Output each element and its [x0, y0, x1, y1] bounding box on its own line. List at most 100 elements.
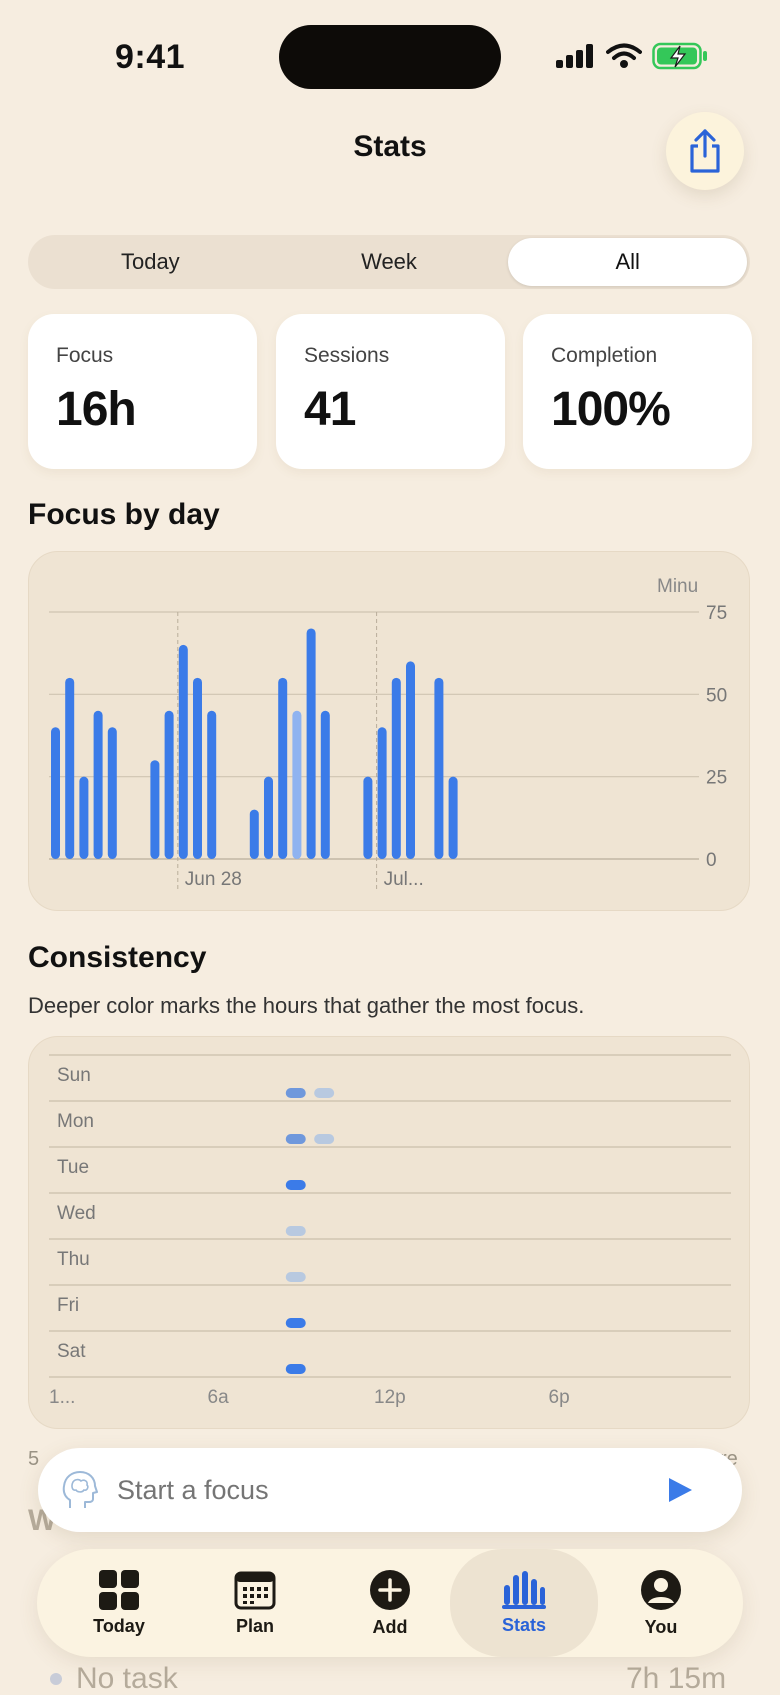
row-label: Thu [57, 1249, 90, 1270]
share-button[interactable] [666, 112, 744, 190]
bar [65, 677, 75, 859]
heat-cell [285, 1088, 306, 1098]
heat-cell [314, 1088, 335, 1098]
peek-dot [50, 1673, 62, 1685]
metric-label: Sessions [304, 344, 390, 367]
share-icon [690, 129, 720, 173]
range-tab-week[interactable]: Week [270, 238, 509, 286]
tab-label: Stats [501, 1614, 546, 1635]
tab-stats[interactable]: Stats [450, 1549, 598, 1657]
x-tick-label: 6a [208, 1387, 230, 1408]
status-bar: 9:41 [0, 0, 780, 110]
bar [164, 710, 174, 859]
tab-label: Add [372, 1616, 408, 1637]
peek-task-row: No task [50, 1662, 178, 1695]
bar-chart-icon [502, 1570, 546, 1609]
range-tab-all[interactable]: All [508, 238, 748, 286]
tab-add[interactable]: Add [325, 1549, 455, 1657]
bottom-tab-bar: Today Plan Add Stats You [37, 1549, 743, 1657]
metric-value: 41 [304, 383, 356, 436]
tab-label: You [644, 1616, 678, 1637]
bar [264, 776, 273, 859]
row-label: Mon [57, 1111, 94, 1132]
focus-by-day-chart[interactable]: 0 25 50 75 Minu Jun 28 Jul... [28, 551, 750, 911]
system-icons [556, 42, 708, 70]
heat-cell [285, 1318, 306, 1328]
bar [391, 677, 401, 859]
tab-label: Today [93, 1615, 145, 1636]
start-focus-input[interactable] [117, 1468, 637, 1512]
bar [377, 727, 387, 859]
bar [178, 644, 188, 859]
heat-cell [285, 1226, 306, 1236]
consistency-subtitle: Deeper color marks the hours that gather… [28, 993, 585, 1018]
focus-by-day-title: Focus by day [28, 498, 220, 531]
peek-task-time: 7h 15m [626, 1662, 727, 1695]
heatmap-chart: Sun Mon Tue Wed Thu Fri Sat 1... 6a 12p 6p [49, 1054, 731, 1408]
calendar-icon [234, 1571, 276, 1609]
metric-label: Focus [56, 344, 114, 367]
heat-cell [314, 1134, 335, 1144]
heat-cell [285, 1180, 306, 1190]
y-tick-label: 25 [706, 768, 727, 789]
bar [306, 628, 316, 859]
x-tick-label: 12p [374, 1387, 406, 1408]
metric-card-focus: Focus 16h [28, 314, 257, 469]
heat-cell [285, 1134, 306, 1144]
row-label: Wed [57, 1203, 96, 1224]
bar [51, 727, 60, 859]
tab-today[interactable]: Today [54, 1549, 184, 1657]
peek-task-label: No task [76, 1662, 178, 1695]
range-segmented-control: Today Week All [28, 235, 750, 289]
bar [434, 677, 444, 859]
metric-label: Completion [551, 344, 658, 367]
x-tick-label: 6p [549, 1387, 570, 1408]
bar-chart: 0 25 50 75 Minu Jun 28 Jul... [49, 576, 727, 891]
metric-value: 16h [56, 383, 137, 436]
bar [320, 710, 330, 859]
tab-you[interactable]: You [596, 1549, 726, 1657]
range-tab-today[interactable]: Today [31, 238, 270, 286]
bar [207, 710, 217, 859]
bar [193, 677, 202, 859]
dynamic-island [279, 25, 501, 89]
consistency-heatmap[interactable]: Sun Mon Tue Wed Thu Fri Sat 1... 6a 12p 6p [28, 1036, 750, 1429]
row-label: Tue [57, 1157, 89, 1178]
bar [79, 776, 89, 859]
bar [93, 710, 103, 859]
x-tick-label: Jun 28 [185, 869, 242, 890]
heat-cell [285, 1272, 306, 1282]
start-focus-bar[interactable] [38, 1448, 742, 1532]
bar [278, 677, 288, 859]
bar [406, 661, 415, 859]
metric-value: 100% [551, 383, 671, 436]
tab-label: Plan [235, 1615, 274, 1636]
bar [363, 776, 373, 859]
metric-card-sessions: Sessions 41 [276, 314, 505, 469]
brain-head-icon [62, 1471, 98, 1508]
y-tick-label: 0 [706, 850, 717, 871]
page-title: Stats [353, 130, 427, 163]
grid-icon [99, 1569, 139, 1610]
heat-cell [285, 1364, 306, 1374]
battery-charging-icon [652, 42, 707, 70]
plus-circle-icon [370, 1569, 410, 1610]
row-label: Fri [57, 1295, 79, 1316]
bar [107, 727, 117, 859]
row-label: Sun [57, 1065, 91, 1086]
y-axis-label: Minu [657, 576, 698, 597]
play-icon[interactable] [666, 1476, 694, 1504]
bar [150, 760, 160, 859]
bar [448, 776, 458, 859]
tab-plan[interactable]: Plan [190, 1549, 320, 1657]
x-tick-label: Jul... [384, 869, 424, 890]
y-tick-label: 75 [706, 603, 727, 624]
status-time: 9:41 [115, 38, 186, 76]
signal-icon [556, 44, 593, 68]
x-tick-label: 1... [49, 1387, 75, 1408]
y-tick-label: 50 [706, 685, 727, 706]
person-circle-icon [641, 1569, 681, 1610]
wifi-icon [606, 43, 642, 68]
consistency-title: Consistency [28, 941, 207, 974]
metric-card-completion: Completion 100% [523, 314, 752, 469]
